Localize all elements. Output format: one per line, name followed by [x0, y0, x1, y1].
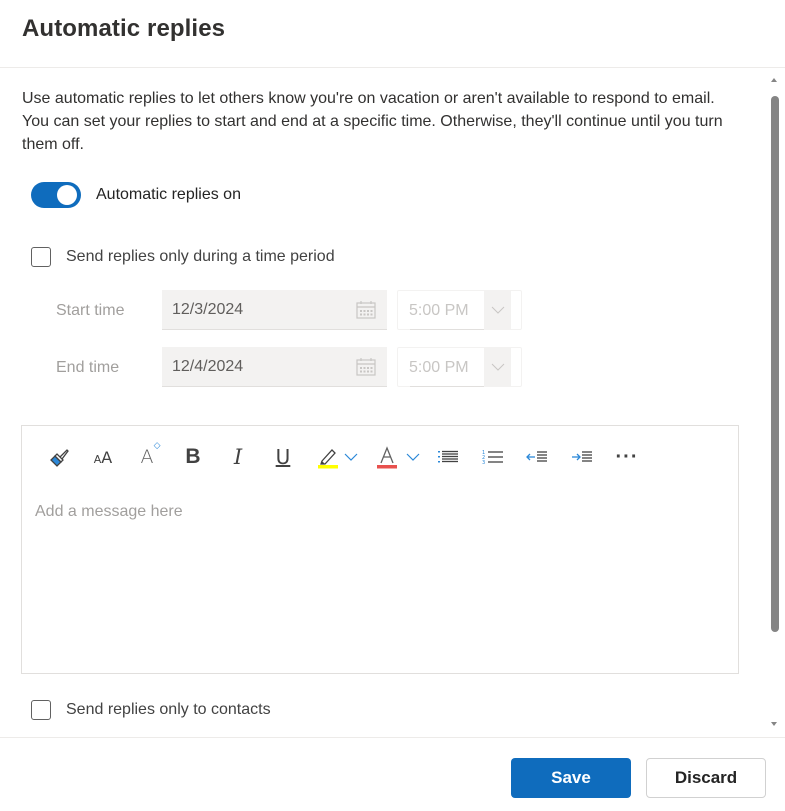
time-period-label: Send replies only during a time period [66, 248, 335, 265]
more-icon: ··· [615, 445, 639, 468]
format-painter-button[interactable] [46, 442, 72, 472]
font-color-icon [377, 446, 397, 469]
start-date-value: 12/3/2024 [172, 301, 244, 318]
end-time-label: End time [56, 359, 120, 376]
svg-text:3: 3 [482, 460, 485, 465]
chevron-down-icon [344, 453, 358, 461]
dialog-footer: Save Discard [0, 737, 785, 811]
bullets-button[interactable] [435, 442, 461, 472]
start-time-label: Start time [56, 302, 125, 319]
scroll-up-arrow[interactable] [771, 78, 777, 82]
message-input[interactable]: Add a message here [35, 503, 183, 521]
start-time-row: Start time 12/3/2024 5:00 PM [0, 290, 785, 330]
save-button[interactable]: Save [511, 758, 631, 798]
bold-icon: B [185, 445, 201, 468]
start-date-input[interactable]: 12/3/2024 [162, 290, 387, 330]
decrease-indent-icon [526, 451, 547, 462]
font-size-button[interactable]: AA [90, 442, 116, 472]
auto-reply-toggle-row: Automatic replies on [31, 182, 241, 208]
scrollbar-thumb[interactable] [771, 96, 779, 632]
chevron-down-icon [406, 453, 420, 461]
increase-indent-icon [572, 451, 592, 462]
formatting-toolbar: AA A ◇ B I U 1 2 3 ··· [22, 441, 738, 472]
underline-icon: U [275, 445, 291, 469]
grow-font-button[interactable]: A ◇ [134, 441, 161, 472]
end-date-value: 12/4/2024 [172, 358, 244, 375]
settings-content: Use automatic replies to let others know… [0, 68, 785, 737]
numbered-list-icon: 123 [482, 450, 503, 465]
decrease-indent-button[interactable] [524, 442, 550, 472]
description-text: Use automatic replies to let others know… [22, 90, 723, 153]
time-period-checkbox[interactable] [31, 247, 51, 267]
chevron-down-icon[interactable] [484, 291, 511, 329]
contacts-only-checkbox[interactable] [31, 700, 51, 720]
auto-reply-toggle-label: Automatic replies on [96, 186, 241, 203]
end-time-select[interactable]: 5:00 PM [397, 347, 522, 387]
italic-button[interactable]: I [225, 442, 251, 472]
calendar-icon[interactable] [356, 358, 376, 376]
end-date-input[interactable]: 12/4/2024 [162, 347, 387, 387]
discard-button[interactable]: Discard [646, 758, 766, 798]
end-time-value: 5:00 PM [409, 359, 469, 376]
bullet-list-icon [438, 450, 458, 463]
bold-button[interactable]: B [180, 442, 206, 472]
increase-indent-button[interactable] [569, 442, 595, 472]
paintbrush-icon [50, 449, 69, 467]
numbering-button[interactable]: 123 [480, 442, 506, 472]
end-time-row: End time 12/4/2024 5:00 PM [0, 347, 785, 387]
start-time-value: 5:00 PM [409, 302, 469, 319]
highlight-button[interactable] [315, 442, 341, 472]
start-time-select[interactable]: 5:00 PM [397, 290, 522, 330]
auto-reply-toggle[interactable] [31, 182, 81, 208]
message-editor[interactable]: AA A ◇ B I U 1 2 3 ··· Add a message her… [21, 425, 739, 674]
more-options-button[interactable]: ··· [614, 442, 640, 472]
font-color-dropdown[interactable] [404, 442, 422, 472]
time-underline [410, 329, 484, 330]
toggle-knob [57, 185, 77, 205]
scroll-down-arrow[interactable] [771, 722, 777, 726]
italic-icon: I [233, 445, 243, 469]
time-period-row: Send replies only during a time period [31, 247, 335, 267]
font-size-icon: AA [93, 447, 113, 467]
font-color-button[interactable] [374, 442, 400, 472]
highlighter-icon [318, 449, 338, 469]
contacts-only-label: Send replies only to contacts [66, 701, 271, 718]
chevron-down-icon[interactable] [484, 348, 511, 386]
grow-font-icon: A ◇ [140, 441, 161, 468]
highlight-dropdown[interactable] [342, 442, 360, 472]
time-underline [410, 386, 484, 387]
calendar-icon[interactable] [356, 301, 376, 319]
dialog-header: Automatic replies [0, 0, 785, 68]
contacts-only-row: Send replies only to contacts [31, 700, 271, 720]
page-title: Automatic replies [22, 15, 226, 42]
underline-button[interactable]: U [270, 442, 296, 472]
